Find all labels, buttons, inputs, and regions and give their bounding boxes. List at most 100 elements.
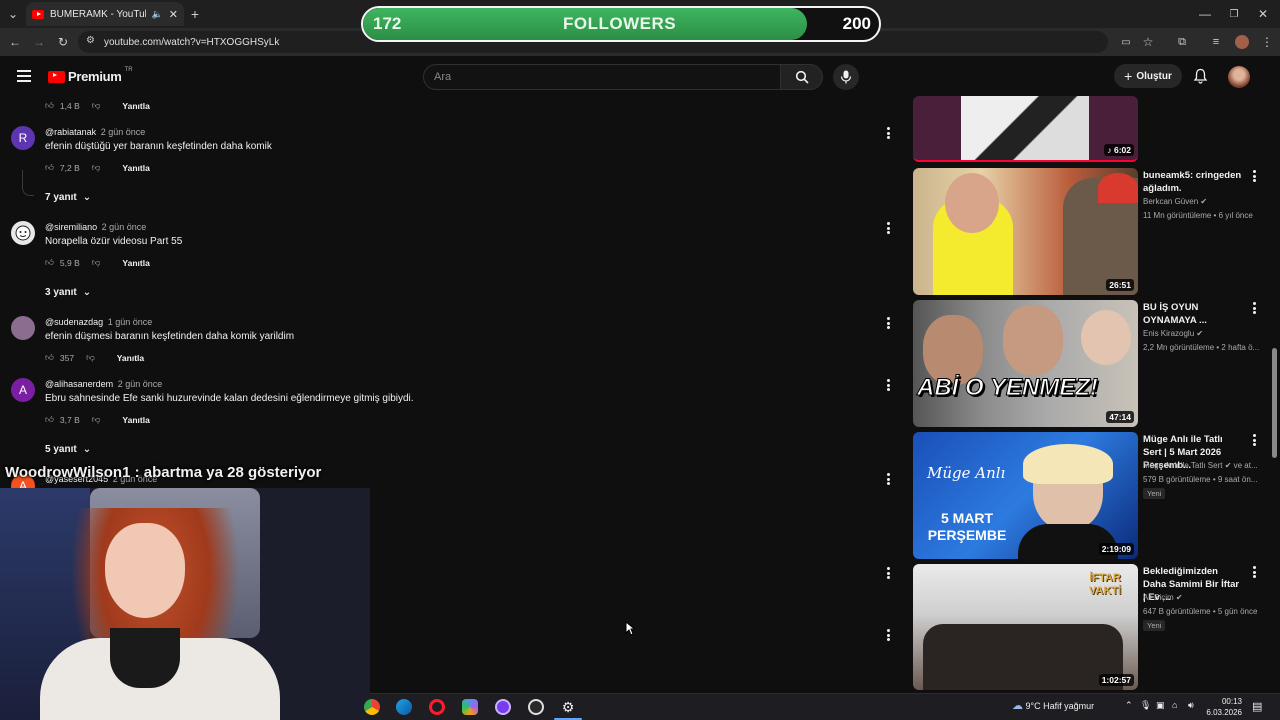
browser-tab-active[interactable]: BUMERAMK - YouTube 🔈 ✕: [26, 2, 184, 26]
speaker-icon[interactable]: 🔈: [152, 9, 163, 20]
show-replies-button[interactable]: 3 yanıt ⌄: [45, 287, 91, 298]
dislike-icon[interactable]: 👎︎: [92, 414, 101, 425]
copilot-taskbar-icon[interactable]: [462, 699, 478, 715]
reply-button[interactable]: Yanıtla: [122, 415, 149, 425]
like-icon[interactable]: 👍︎: [45, 162, 54, 173]
minimize-icon[interactable]: —: [1196, 5, 1214, 23]
notifications-bell-icon[interactable]: [1193, 68, 1208, 89]
like-icon[interactable]: 👍︎: [45, 100, 54, 111]
account-avatar[interactable]: [1228, 66, 1250, 88]
comment-time[interactable]: 2 gün önce: [101, 127, 146, 137]
video-title[interactable]: BU İŞ OYUN OYNAMAYA ...: [1143, 301, 1243, 327]
video-thumbnail-4[interactable]: İFTAR VAKTİ 1:02:57: [913, 564, 1138, 690]
dislike-icon[interactable]: 👎︎: [92, 162, 101, 173]
extensions-icon[interactable]: ⧉: [1173, 33, 1191, 51]
video-thumbnail-0[interactable]: ♪ 6:02: [913, 96, 1138, 162]
reply-button[interactable]: Yanıtla: [117, 353, 144, 363]
comment-more-icon[interactable]: [884, 379, 892, 391]
bookmark-star-icon[interactable]: ☆: [1139, 33, 1157, 51]
video-more-icon[interactable]: [1250, 302, 1258, 314]
window-close-icon[interactable]: ✕: [1254, 5, 1272, 23]
channel-name[interactable]: Ali Biçim ✔: [1143, 593, 1183, 602]
comment-more-icon[interactable]: [884, 629, 892, 641]
video-more-icon[interactable]: [1250, 566, 1258, 578]
plus-icon: +: [1124, 68, 1133, 84]
show-replies-button[interactable]: 5 yanıt ⌄: [45, 444, 91, 455]
clock[interactable]: 00:13 6.03.2026: [1206, 696, 1242, 718]
restore-icon[interactable]: ❐: [1225, 5, 1243, 23]
video-more-icon[interactable]: [1250, 434, 1258, 446]
thumbnail-brand: Müge Anlı: [927, 464, 1006, 482]
settings-gear-icon[interactable]: ⚙: [560, 699, 576, 715]
channel-name[interactable]: Enis Kirazoglu ✔: [1143, 329, 1203, 338]
dislike-icon[interactable]: 👎︎: [92, 257, 101, 268]
video-more-icon[interactable]: [1250, 170, 1258, 182]
comment-more-icon[interactable]: [884, 567, 892, 579]
tray-camera-icon[interactable]: ▣: [1156, 700, 1165, 711]
video-title[interactable]: buneamk5: cringeden ağladım.: [1143, 169, 1243, 195]
tab-close-icon[interactable]: ✕: [169, 8, 178, 21]
create-button[interactable]: + Oluştur: [1114, 64, 1182, 88]
comment-user[interactable]: @alihasanerdem: [45, 379, 113, 389]
notification-center-icon[interactable]: ▤: [1252, 700, 1262, 713]
youtube-logo-icon: [48, 70, 65, 83]
dislike-icon[interactable]: 👎︎: [86, 352, 95, 363]
reply-button[interactable]: Yanıtla: [122, 163, 149, 173]
reply-button[interactable]: Yanıtla: [122, 101, 149, 111]
reload-icon[interactable]: ↻: [54, 33, 72, 51]
edge-taskbar-icon[interactable]: [396, 699, 412, 715]
video-thumbnail-1[interactable]: 26:51: [913, 168, 1138, 295]
channel-name[interactable]: Müge Anlı ile Tatlı Sert ✔ ve at...: [1143, 461, 1258, 470]
site-info-icon[interactable]: ⚙: [86, 35, 95, 46]
like-icon[interactable]: 👍︎: [45, 414, 54, 425]
opera-taskbar-icon[interactable]: [429, 699, 445, 715]
hamburger-menu-icon[interactable]: [17, 70, 31, 82]
tab-search-chevron-icon[interactable]: ⌄: [4, 5, 22, 23]
video-thumbnail-2[interactable]: ABİ O YENMEZ! 47:14: [913, 300, 1138, 427]
cast-icon[interactable]: ▭: [1117, 33, 1135, 51]
tray-network-icon[interactable]: ⌂: [1172, 700, 1177, 710]
youtube-premium-logo[interactable]: Premium TR: [48, 67, 133, 84]
forward-arrow-icon[interactable]: →: [30, 33, 48, 51]
avatar[interactable]: [11, 316, 35, 340]
show-replies-button[interactable]: 7 yanıt ⌄: [45, 192, 91, 203]
obs-taskbar-icon[interactable]: [528, 699, 544, 715]
like-count: 357: [59, 352, 75, 363]
dislike-icon[interactable]: 👎︎: [92, 100, 101, 111]
scrollbar-thumb[interactable]: [1272, 348, 1277, 458]
like-icon[interactable]: 👍︎: [45, 352, 54, 363]
comment-header: @siremiliano 2 gün önce: [45, 222, 146, 232]
voice-search-button[interactable]: [833, 64, 859, 90]
tray-volume-icon[interactable]: 🔊︎: [1188, 700, 1194, 711]
new-tab-plus-icon[interactable]: +: [186, 5, 204, 23]
video-thumbnail-3[interactable]: Müge Anlı 5 MART PERŞEMBE 2:19:09: [913, 432, 1138, 559]
search-button[interactable]: [781, 64, 823, 90]
search-input[interactable]: Ara: [423, 64, 781, 90]
tray-chevron-up-icon[interactable]: ⌃: [1125, 700, 1133, 711]
tray-mic-icon[interactable]: 🎙︎: [1140, 700, 1151, 711]
reading-list-icon[interactable]: ≡: [1207, 33, 1225, 51]
avatar[interactable]: A: [11, 378, 35, 402]
comment-time[interactable]: 2 gün önce: [118, 379, 163, 389]
channel-name[interactable]: Berkcan Güven ✔: [1143, 197, 1207, 206]
comment-more-icon[interactable]: [884, 127, 892, 139]
app-taskbar-icon[interactable]: [495, 699, 511, 715]
profile-avatar-icon[interactable]: [1233, 33, 1251, 51]
like-icon[interactable]: 👍︎: [45, 257, 54, 268]
avatar[interactable]: [11, 221, 35, 245]
browser-menu-icon[interactable]: ⋮: [1258, 33, 1276, 51]
comment-user[interactable]: @siremiliano: [45, 222, 97, 232]
comment-user[interactable]: @rabiatanak: [45, 127, 96, 137]
comment-more-icon[interactable]: [884, 222, 892, 234]
comment-time[interactable]: 1 gün önce: [108, 317, 153, 327]
comment-user[interactable]: @sudenazdag: [45, 317, 103, 327]
chrome-taskbar-icon[interactable]: [364, 699, 380, 715]
comment-more-icon[interactable]: [884, 473, 892, 485]
reply-button[interactable]: Yanıtla: [122, 258, 149, 268]
comment-time[interactable]: 2 gün önce: [102, 222, 147, 232]
page-scrollbar[interactable]: [1271, 96, 1279, 693]
comment-more-icon[interactable]: [884, 317, 892, 329]
avatar[interactable]: R: [11, 126, 35, 150]
weather-widget[interactable]: ☁ 9°C Hafif yağmur: [1012, 699, 1094, 712]
back-arrow-icon[interactable]: ←: [6, 33, 24, 51]
